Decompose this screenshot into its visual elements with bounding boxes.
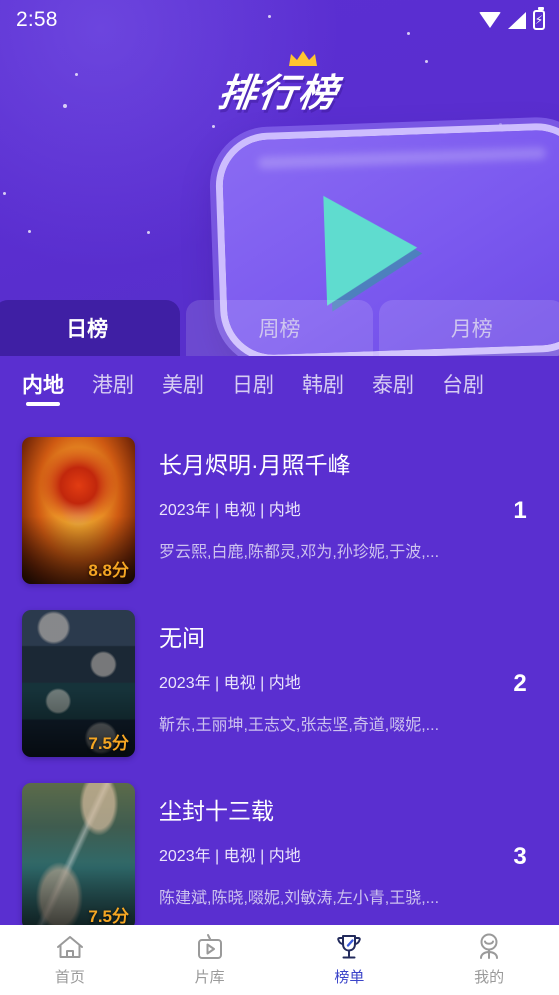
item-meta: 2023年 | 电视 | 内地 (159, 502, 301, 520)
category-tab-american[interactable]: 美剧 (162, 369, 204, 406)
rating-score: 7.5分 (88, 734, 129, 753)
period-tab-bar: 日榜 周榜 月榜 (0, 300, 559, 356)
tab-monthly[interactable]: 月榜 (378, 300, 559, 356)
battery-charging-icon: ⚡ (533, 7, 545, 30)
item-cast: 靳东,王丽坤,王志文,张志坚,奇道,啜妮,... (159, 717, 440, 735)
bottom-navigation: 首页 片库 榜单 我的 (0, 925, 559, 995)
nav-item-profile[interactable]: 我的 (419, 933, 559, 987)
signal-icon (508, 11, 526, 29)
star-dot (28, 230, 31, 233)
poster-thumbnail[interactable]: 8.8分 (22, 437, 135, 584)
nav-label-home: 首页 (54, 969, 85, 986)
nav-item-library[interactable]: 片库 (140, 933, 280, 987)
play-triangle-icon (323, 192, 420, 306)
list-item[interactable]: 7.5分 无间 2023年 | 电视 | 内地 靳东,王丽坤,王志文,张志坚,奇… (0, 597, 559, 770)
list-item-info: 长月烬明·月照千峰 2023年 | 电视 | 内地 罗云熙,白鹿,陈都灵,邓为,… (135, 437, 499, 562)
nav-label-ranking: 榜单 (334, 969, 365, 986)
nav-item-home[interactable]: 首页 (0, 933, 140, 987)
item-title: 长月烬明·月照千峰 (159, 453, 351, 478)
item-cast: 陈建斌,陈晓,啜妮,刘敏涛,左小青,王骁,... (159, 890, 440, 908)
star-dot (499, 123, 502, 126)
star-dot (147, 231, 150, 234)
tv-play-icon (197, 934, 222, 959)
person-icon (480, 933, 499, 959)
poster-thumbnail[interactable]: 7.5分 (22, 783, 135, 925)
rating-score: 7.5分 (88, 907, 129, 925)
category-tab-bar: 内地 港剧 美剧 日剧 韩剧 泰剧 台剧 (0, 356, 559, 418)
page-title-text: 排行榜 (215, 71, 343, 115)
list-item[interactable]: 7.5分 尘封十三载 2023年 | 电视 | 内地 陈建斌,陈晓,啜妮,刘敏涛… (0, 770, 559, 925)
nav-item-ranking[interactable]: 榜单 (280, 933, 420, 987)
category-tab-thai[interactable]: 泰剧 (372, 369, 414, 406)
category-tab-japanese[interactable]: 日剧 (232, 369, 274, 406)
list-item-info: 尘封十三载 2023年 | 电视 | 内地 陈建斌,陈晓,啜妮,刘敏涛,左小青,… (135, 783, 499, 908)
page-title: 排行榜 (0, 51, 559, 117)
rank-number: 3 (513, 842, 527, 870)
trophy-icon (337, 935, 362, 959)
category-tab-taiwanese[interactable]: 台剧 (442, 369, 484, 406)
rank-number: 1 (513, 496, 527, 524)
rank-number: 2 (513, 669, 527, 697)
app-root: 排行榜 2:58 ⚡ 日榜 周榜 月榜 内地 港剧 美剧 日剧 韩剧 泰剧 台剧 (0, 0, 559, 995)
item-cast: 罗云熙,白鹿,陈都灵,邓为,孙珍妮,于波,... (159, 544, 440, 562)
tab-weekly[interactable]: 周榜 (186, 300, 373, 356)
item-title: 无间 (159, 626, 205, 651)
list-item-info: 无间 2023年 | 电视 | 内地 靳东,王丽坤,王志文,张志坚,奇道,啜妮,… (135, 610, 499, 735)
bolt-icon: ⚡ (534, 13, 544, 27)
item-title: 尘封十三载 (159, 799, 274, 824)
status-bar-icons: ⚡ (479, 7, 545, 30)
category-tab-korean[interactable]: 韩剧 (302, 369, 344, 406)
poster-thumbnail[interactable]: 7.5分 (22, 610, 135, 757)
ranking-list[interactable]: 8.8分 长月烬明·月照千峰 2023年 | 电视 | 内地 罗云熙,白鹿,陈都… (0, 424, 559, 925)
crown-icon (288, 51, 317, 66)
list-item[interactable]: 8.8分 长月烬明·月照千峰 2023年 | 电视 | 内地 罗云熙,白鹿,陈都… (0, 424, 559, 597)
wifi-icon (479, 12, 501, 28)
status-bar: 2:58 ⚡ (0, 0, 559, 40)
nav-label-profile: 我的 (474, 969, 505, 986)
tab-daily[interactable]: 日榜 (0, 300, 181, 356)
status-bar-clock: 2:58 (16, 8, 58, 31)
star-dot (212, 125, 215, 128)
category-tab-hongkong[interactable]: 港剧 (92, 369, 134, 406)
category-tab-mainland[interactable]: 内地 (22, 369, 64, 406)
star-dot (3, 192, 6, 195)
item-meta: 2023年 | 电视 | 内地 (159, 675, 301, 693)
home-icon (56, 936, 83, 958)
item-meta: 2023年 | 电视 | 内地 (159, 848, 301, 866)
nav-label-library: 片库 (194, 969, 225, 986)
rating-score: 8.8分 (88, 561, 129, 580)
